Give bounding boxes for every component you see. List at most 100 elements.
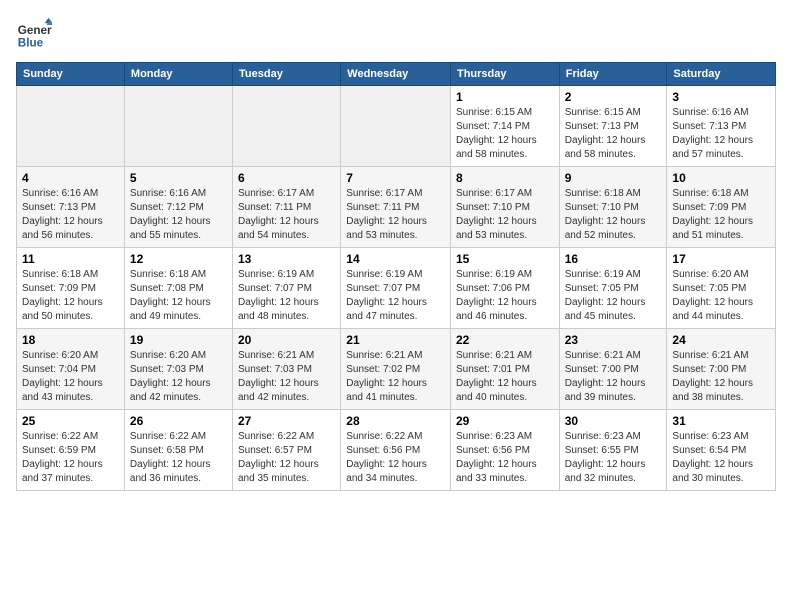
header-monday: Monday bbox=[124, 63, 232, 86]
day-info: Sunrise: 6:22 AM Sunset: 6:58 PM Dayligh… bbox=[130, 430, 227, 486]
calendar-cell: 25 Sunrise: 6:22 AM Sunset: 6:59 PM Dayli… bbox=[17, 410, 125, 491]
calendar-cell: 17Sunrise: 6:20 AM Sunset: 7:05 PM Dayli… bbox=[667, 248, 776, 329]
header-saturday: Saturday bbox=[667, 63, 776, 86]
day-info: Sunrise: 6:20 AM Sunset: 7:04 PM Dayligh… bbox=[22, 349, 119, 405]
calendar-cell: 22 Sunrise: 6:21 AM Sunset: 7:01 PM Dayli… bbox=[450, 329, 559, 410]
svg-text:General: General bbox=[18, 24, 52, 37]
calendar-cell: 19 Sunrise: 6:20 AM Sunset: 7:03 PM Dayli… bbox=[124, 329, 232, 410]
calendar-cell: 28Sunrise: 6:22 AM Sunset: 6:56 PM Dayli… bbox=[341, 410, 451, 491]
day-number: 30 bbox=[565, 414, 662, 428]
day-number: 8 bbox=[456, 171, 554, 185]
calendar-cell: 2 Sunrise: 6:15 AM Sunset: 7:13 PM Daylig… bbox=[559, 86, 667, 167]
day-info: Sunrise: 6:16 AM Sunset: 7:13 PM Dayligh… bbox=[22, 187, 119, 243]
calendar-cell: 6 Sunrise: 6:17 AM Sunset: 7:11 PM Daylig… bbox=[233, 167, 341, 248]
day-number: 14 bbox=[346, 252, 445, 266]
logo: General Blue bbox=[16, 16, 56, 52]
calendar-cell: 27 Sunrise: 6:22 AM Sunset: 6:57 PM Dayli… bbox=[233, 410, 341, 491]
calendar-cell: 13 Sunrise: 6:19 AM Sunset: 7:07 PM Dayli… bbox=[233, 248, 341, 329]
calendar-cell: 12 Sunrise: 6:18 AM Sunset: 7:08 PM Dayli… bbox=[124, 248, 232, 329]
day-info: Sunrise: 6:18 AM Sunset: 7:09 PM Dayligh… bbox=[672, 187, 770, 243]
day-number: 13 bbox=[238, 252, 335, 266]
day-info: Sunrise: 6:23 AM Sunset: 6:55 PM Dayligh… bbox=[565, 430, 662, 486]
calendar-cell bbox=[341, 86, 451, 167]
day-number: 12 bbox=[130, 252, 227, 266]
week-row-1: 1 Sunrise: 6:15 AM Sunset: 7:14 PM Daylig… bbox=[17, 86, 776, 167]
day-number: 22 bbox=[456, 333, 554, 347]
week-row-5: 25 Sunrise: 6:22 AM Sunset: 6:59 PM Dayli… bbox=[17, 410, 776, 491]
day-info: Sunrise: 6:17 AM Sunset: 7:10 PM Dayligh… bbox=[456, 187, 554, 243]
day-number: 23 bbox=[565, 333, 662, 347]
svg-text:Blue: Blue bbox=[18, 37, 44, 50]
calendar-cell bbox=[124, 86, 232, 167]
day-number: 15 bbox=[456, 252, 554, 266]
calendar-cell: 7 Sunrise: 6:17 AM Sunset: 7:11 PM Daylig… bbox=[341, 167, 451, 248]
week-row-4: 18 Sunrise: 6:20 AM Sunset: 7:04 PM Dayli… bbox=[17, 329, 776, 410]
day-number: 17 bbox=[672, 252, 770, 266]
calendar-cell: 9 Sunrise: 6:18 AM Sunset: 7:10 PM Daylig… bbox=[559, 167, 667, 248]
week-row-2: 4 Sunrise: 6:16 AM Sunset: 7:13 PM Daylig… bbox=[17, 167, 776, 248]
calendar-cell: 23 Sunrise: 6:21 AM Sunset: 7:00 PM Dayli… bbox=[559, 329, 667, 410]
header-wednesday: Wednesday bbox=[341, 63, 451, 86]
day-info: Sunrise: 6:21 AM Sunset: 7:00 PM Dayligh… bbox=[565, 349, 662, 405]
calendar-table: SundayMondayTuesdayWednesdayThursdayFrid… bbox=[16, 62, 776, 491]
calendar-cell: 18 Sunrise: 6:20 AM Sunset: 7:04 PM Dayli… bbox=[17, 329, 125, 410]
day-info: Sunrise: 6:19 AM Sunset: 7:07 PM Dayligh… bbox=[346, 268, 445, 324]
day-info: Sunrise: 6:22 AM Sunset: 6:56 PM Dayligh… bbox=[346, 430, 445, 486]
day-number: 5 bbox=[130, 171, 227, 185]
day-number: 3 bbox=[672, 90, 770, 104]
calendar-cell: 14 Sunrise: 6:19 AM Sunset: 7:07 PM Dayli… bbox=[341, 248, 451, 329]
calendar-cell: 1 Sunrise: 6:15 AM Sunset: 7:14 PM Daylig… bbox=[450, 86, 559, 167]
calendar-cell: 20 Sunrise: 6:21 AM Sunset: 7:03 PM Dayli… bbox=[233, 329, 341, 410]
calendar-cell: 10 Sunrise: 6:18 AM Sunset: 7:09 PM Dayli… bbox=[667, 167, 776, 248]
day-info: Sunrise: 6:23 AM Sunset: 6:56 PM Dayligh… bbox=[456, 430, 554, 486]
day-number: 25 bbox=[22, 414, 119, 428]
day-number: 19 bbox=[130, 333, 227, 347]
calendar-cell: 24Sunrise: 6:21 AM Sunset: 7:00 PM Dayli… bbox=[667, 329, 776, 410]
day-number: 7 bbox=[346, 171, 445, 185]
calendar-cell: 30 Sunrise: 6:23 AM Sunset: 6:55 PM Dayli… bbox=[559, 410, 667, 491]
day-number: 27 bbox=[238, 414, 335, 428]
day-number: 1 bbox=[456, 90, 554, 104]
day-number: 26 bbox=[130, 414, 227, 428]
day-number: 20 bbox=[238, 333, 335, 347]
day-number: 18 bbox=[22, 333, 119, 347]
calendar-cell: 16 Sunrise: 6:19 AM Sunset: 7:05 PM Dayli… bbox=[559, 248, 667, 329]
day-number: 10 bbox=[672, 171, 770, 185]
day-number: 6 bbox=[238, 171, 335, 185]
day-number: 29 bbox=[456, 414, 554, 428]
header-friday: Friday bbox=[559, 63, 667, 86]
day-number: 24 bbox=[672, 333, 770, 347]
day-info: Sunrise: 6:18 AM Sunset: 7:10 PM Dayligh… bbox=[565, 187, 662, 243]
calendar-cell: 3 Sunrise: 6:16 AM Sunset: 7:13 PM Daylig… bbox=[667, 86, 776, 167]
day-info: Sunrise: 6:21 AM Sunset: 7:03 PM Dayligh… bbox=[238, 349, 335, 405]
day-info: Sunrise: 6:19 AM Sunset: 7:07 PM Dayligh… bbox=[238, 268, 335, 324]
day-number: 2 bbox=[565, 90, 662, 104]
day-info: Sunrise: 6:23 AM Sunset: 6:54 PM Dayligh… bbox=[672, 430, 770, 486]
day-info: Sunrise: 6:19 AM Sunset: 7:05 PM Dayligh… bbox=[565, 268, 662, 324]
day-info: Sunrise: 6:22 AM Sunset: 6:59 PM Dayligh… bbox=[22, 430, 119, 486]
calendar-cell: 29 Sunrise: 6:23 AM Sunset: 6:56 PM Dayli… bbox=[450, 410, 559, 491]
day-info: Sunrise: 6:21 AM Sunset: 7:01 PM Dayligh… bbox=[456, 349, 554, 405]
day-info: Sunrise: 6:18 AM Sunset: 7:08 PM Dayligh… bbox=[130, 268, 227, 324]
day-info: Sunrise: 6:22 AM Sunset: 6:57 PM Dayligh… bbox=[238, 430, 335, 486]
calendar-cell bbox=[233, 86, 341, 167]
calendar-cell: 8 Sunrise: 6:17 AM Sunset: 7:10 PM Daylig… bbox=[450, 167, 559, 248]
day-number: 9 bbox=[565, 171, 662, 185]
day-info: Sunrise: 6:16 AM Sunset: 7:12 PM Dayligh… bbox=[130, 187, 227, 243]
calendar-cell: 11Sunrise: 6:18 AM Sunset: 7:09 PM Dayli… bbox=[17, 248, 125, 329]
calendar-cell: 31Sunrise: 6:23 AM Sunset: 6:54 PM Dayli… bbox=[667, 410, 776, 491]
calendar-cell: 26 Sunrise: 6:22 AM Sunset: 6:58 PM Dayli… bbox=[124, 410, 232, 491]
day-info: Sunrise: 6:15 AM Sunset: 7:13 PM Dayligh… bbox=[565, 106, 662, 162]
day-info: Sunrise: 6:15 AM Sunset: 7:14 PM Dayligh… bbox=[456, 106, 554, 162]
day-info: Sunrise: 6:19 AM Sunset: 7:06 PM Dayligh… bbox=[456, 268, 554, 324]
day-info: Sunrise: 6:16 AM Sunset: 7:13 PM Dayligh… bbox=[672, 106, 770, 162]
calendar-cell: 4 Sunrise: 6:16 AM Sunset: 7:13 PM Daylig… bbox=[17, 167, 125, 248]
day-info: Sunrise: 6:17 AM Sunset: 7:11 PM Dayligh… bbox=[238, 187, 335, 243]
day-number: 16 bbox=[565, 252, 662, 266]
header-tuesday: Tuesday bbox=[233, 63, 341, 86]
day-info: Sunrise: 6:17 AM Sunset: 7:11 PM Dayligh… bbox=[346, 187, 445, 243]
day-number: 4 bbox=[22, 171, 119, 185]
day-info: Sunrise: 6:18 AM Sunset: 7:09 PM Dayligh… bbox=[22, 268, 119, 324]
logo-icon: General Blue bbox=[16, 16, 52, 52]
day-info: Sunrise: 6:20 AM Sunset: 7:03 PM Dayligh… bbox=[130, 349, 227, 405]
